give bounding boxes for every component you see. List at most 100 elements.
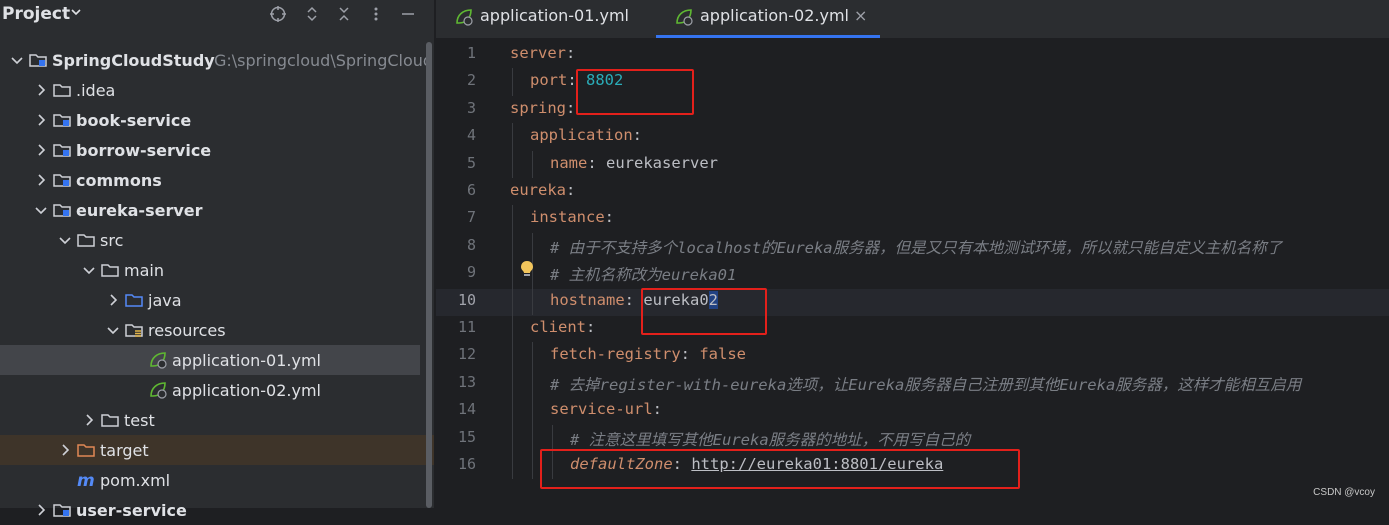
code-line[interactable]: # 由于不支持多个localhost的Eureka服务器，但是又只有本地测试环境… xyxy=(550,236,1282,258)
chevron-down-icon[interactable] xyxy=(58,233,72,247)
code-editor[interactable]: 1 server: 2 port: 8802 3 spring: 4 application:… xyxy=(436,39,1389,508)
chevron-down-icon[interactable] xyxy=(34,203,48,217)
code-comment: # 主机名称改为eureka01 xyxy=(550,266,737,285)
tree-item-commons[interactable]: commons xyxy=(0,165,434,195)
tree-item-book-service[interactable]: book-service xyxy=(0,105,434,135)
chevron-right-icon[interactable] xyxy=(34,143,48,157)
tree-item-target[interactable]: target xyxy=(0,435,434,465)
yaml-key: port xyxy=(530,71,568,90)
indent-guide xyxy=(552,424,553,452)
chevron-right-icon[interactable] xyxy=(82,413,96,427)
tree-item-user-service[interactable]: user-service xyxy=(0,495,434,525)
tree-item-test[interactable]: test xyxy=(0,405,434,435)
line-number[interactable]: 16 xyxy=(436,455,476,473)
resources-folder-icon xyxy=(125,324,143,337)
indent-guide xyxy=(512,342,513,370)
highlight-box-port xyxy=(576,69,694,115)
line-number[interactable]: 14 xyxy=(436,400,476,418)
tree-item-label: target xyxy=(100,441,149,460)
code-line[interactable]: name: eurekaserver xyxy=(550,154,718,172)
code-line[interactable]: client: xyxy=(530,318,595,336)
line-number[interactable]: 7 xyxy=(436,208,476,226)
line-number[interactable]: 12 xyxy=(436,345,476,363)
code-line[interactable]: service-url: xyxy=(550,400,662,418)
yaml-key: spring xyxy=(510,98,566,117)
chevron-right-icon[interactable] xyxy=(34,503,48,517)
line-number[interactable]: 2 xyxy=(436,71,476,89)
tree-item-main[interactable]: main xyxy=(0,255,434,285)
tree-item-java[interactable]: java xyxy=(0,285,434,315)
yaml-key: hostname xyxy=(550,290,625,309)
chevron-down-icon[interactable] xyxy=(106,323,120,337)
project-panel-title[interactable]: Project xyxy=(2,4,70,24)
tree-item-src[interactable]: src xyxy=(0,225,434,255)
tree-item-springcloudstudy[interactable]: SpringCloudStudy G:\springcloud\SpringClo… xyxy=(0,45,443,75)
editor-tab-bar: application-01.yml application-02.yml × xyxy=(436,0,1389,39)
expand-all-icon[interactable] xyxy=(302,4,322,24)
tree-item-idea[interactable]: .idea xyxy=(0,75,434,105)
code-line[interactable]: spring: xyxy=(510,99,575,117)
spring-yml-icon xyxy=(456,9,473,26)
code-line[interactable]: eureka: xyxy=(510,181,575,199)
line-number[interactable]: 9 xyxy=(436,263,476,281)
chevron-down-icon[interactable] xyxy=(70,6,82,18)
tree-item-resources[interactable]: resources xyxy=(0,315,434,345)
chevron-right-icon[interactable] xyxy=(34,83,48,97)
tree-item-label: borrow-service xyxy=(76,141,212,160)
watermark: CSDN @vcoy xyxy=(1313,487,1375,498)
code-line[interactable]: # 注意这里填写其他Eureka服务器的地址，不用写自己的 xyxy=(570,428,970,450)
line-number[interactable]: 10 xyxy=(436,291,476,309)
code-line[interactable]: server: xyxy=(510,44,575,62)
chevron-down-icon[interactable] xyxy=(82,263,96,277)
chevron-right-icon[interactable] xyxy=(34,173,48,187)
locate-icon[interactable] xyxy=(268,4,288,24)
chevron-down-icon[interactable] xyxy=(10,53,24,67)
tree-item-label: src xyxy=(100,231,124,250)
code-line[interactable]: # 去掉register-with-eureka选项，让Eureka服务器自己注… xyxy=(550,373,1301,395)
module-folder-icon xyxy=(29,54,47,67)
line-number[interactable]: 11 xyxy=(436,318,476,336)
chevron-right-icon[interactable] xyxy=(58,443,72,457)
indent-guide xyxy=(512,260,513,288)
minimize-icon[interactable] xyxy=(398,4,418,24)
indent-guide xyxy=(532,342,533,370)
line-number[interactable]: 6 xyxy=(436,181,476,199)
code-line[interactable]: fetch-registry: false xyxy=(550,345,746,363)
tree-item-eureka-server[interactable]: eureka-server xyxy=(0,195,434,225)
tree-item-path: G:\springcloud\SpringCloudS xyxy=(214,51,444,70)
tree-item-label: main xyxy=(124,261,164,280)
tree-item-label: SpringCloudStudy xyxy=(52,51,215,70)
line-number[interactable]: 4 xyxy=(436,126,476,144)
project-tree-scrollbar[interactable] xyxy=(426,42,432,508)
code-line[interactable]: instance: xyxy=(530,208,614,226)
indent-guide xyxy=(512,205,513,233)
yaml-key: client xyxy=(530,318,586,336)
excluded-folder-icon xyxy=(77,444,95,457)
tree-item-borrow-service[interactable]: borrow-service xyxy=(0,135,434,165)
code-token: : xyxy=(566,98,576,117)
line-number[interactable]: 5 xyxy=(436,154,476,172)
line-number[interactable]: 13 xyxy=(436,373,476,391)
tree-item-pom-xml[interactable]: m pom.xml xyxy=(0,465,434,495)
line-number[interactable]: 1 xyxy=(436,44,476,62)
tree-item-application-01-yml[interactable]: application-01.yml xyxy=(0,345,420,375)
code-line[interactable]: application: xyxy=(530,126,642,144)
collapse-all-icon[interactable] xyxy=(334,4,354,24)
line-number[interactable]: 15 xyxy=(436,428,476,446)
lightbulb-icon[interactable] xyxy=(518,259,536,279)
code-line[interactable]: # 主机名称改为eureka01 xyxy=(550,263,736,285)
close-tab-icon[interactable]: × xyxy=(854,6,867,25)
code-token: : xyxy=(566,181,576,199)
code-comment: # 注意这里填写其他Eureka服务器的地址，不用写自己的 xyxy=(570,430,971,449)
tree-item-application-02-yml[interactable]: application-02.yml xyxy=(0,375,434,405)
code-comment: # 去掉register-with-eureka选项，让Eureka服务器自己注… xyxy=(550,375,1302,394)
line-number[interactable]: 8 xyxy=(436,236,476,254)
module-folder-icon xyxy=(53,174,71,187)
line-number[interactable]: 3 xyxy=(436,99,476,117)
highlight-box-hostname xyxy=(641,288,767,335)
indent-guide xyxy=(532,369,533,398)
yaml-key: eureka xyxy=(510,181,566,199)
chevron-right-icon[interactable] xyxy=(34,113,48,127)
chevron-right-icon[interactable] xyxy=(106,293,120,307)
more-options-icon[interactable] xyxy=(366,4,386,24)
